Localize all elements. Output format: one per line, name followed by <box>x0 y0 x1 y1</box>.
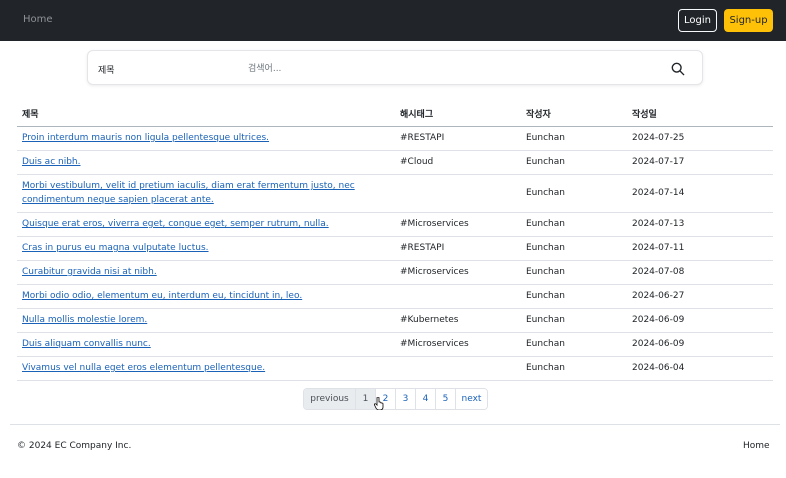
title-cell: Morbi odio odio, elementum eu, interdum … <box>17 284 395 309</box>
table-row: Duis aliquam convallis nunc. #Microservi… <box>17 332 773 357</box>
hashtag-cell <box>395 356 521 381</box>
author-cell: Eunchan <box>521 284 627 309</box>
pagination-page-5[interactable]: 5 <box>435 389 455 409</box>
column-header-date[interactable]: 작성일 <box>627 102 773 127</box>
hashtag-cell: #RESTAPI <box>395 236 521 261</box>
article-title-link[interactable]: Morbi vestibulum, velit id pretium iacul… <box>22 181 355 205</box>
title-cell: Cras in purus eu magna vulputate luctus. <box>17 236 395 261</box>
title-cell: Proin interdum mauris non ligula pellent… <box>17 126 395 151</box>
table-row: Nulla mollis molestie lorem. #Kubernetes… <box>17 308 773 333</box>
hashtag-cell: #RESTAPI <box>395 126 521 151</box>
pagination-next[interactable]: next <box>455 389 487 409</box>
author-cell: Eunchan <box>521 356 627 381</box>
hashtag-cell: #Microservices <box>395 260 521 285</box>
footer-copyright: © 2024 EC Company Inc. <box>17 441 132 451</box>
column-header-hashtag[interactable]: 해시태그 <box>395 102 521 127</box>
title-cell: Curabitur gravida nisi at nibh. <box>17 260 395 285</box>
search-button[interactable] <box>668 59 688 79</box>
title-cell: Duis aliquam convallis nunc. <box>17 332 395 357</box>
table-row: Curabitur gravida nisi at nibh. #Microse… <box>17 260 773 285</box>
table-row: Proin interdum mauris non ligula pellent… <box>17 126 773 151</box>
date-cell: 2024-07-14 <box>627 174 773 213</box>
pagination: previous 1 2 3 4 5 next <box>303 388 488 410</box>
author-cell: Eunchan <box>521 126 627 151</box>
hashtag-cell <box>395 174 521 213</box>
article-table: 제목 해시태그 작성자 작성일 Proin interdum mauris no… <box>17 102 773 381</box>
footer-divider <box>10 424 780 425</box>
article-title-link[interactable]: Vivamus vel nulla eget eros elementum pe… <box>22 363 265 373</box>
author-cell: Eunchan <box>521 260 627 285</box>
table-row: Morbi vestibulum, velit id pretium iacul… <box>17 174 773 213</box>
title-cell: Duis ac nibh. <box>17 150 395 175</box>
date-cell: 2024-07-17 <box>627 150 773 175</box>
author-cell: Eunchan <box>521 308 627 333</box>
login-button[interactable]: Login <box>678 9 717 32</box>
table-row: Morbi odio odio, elementum eu, interdum … <box>17 284 773 309</box>
date-cell: 2024-06-09 <box>627 332 773 357</box>
date-cell: 2024-06-27 <box>627 284 773 309</box>
column-header-author[interactable]: 작성자 <box>521 102 627 127</box>
title-cell: Quisque erat eros, viverra eget, congue … <box>17 212 395 237</box>
date-cell: 2024-07-13 <box>627 212 773 237</box>
pagination-page-3[interactable]: 3 <box>395 389 415 409</box>
table-header-row: 제목 해시태그 작성자 작성일 <box>17 102 773 127</box>
date-cell: 2024-07-11 <box>627 236 773 261</box>
title-cell: Vivamus vel nulla eget eros elementum pe… <box>17 356 395 381</box>
author-cell: Eunchan <box>521 236 627 261</box>
search-form: 제목 <box>87 50 703 85</box>
signup-button[interactable]: Sign-up <box>724 9 773 32</box>
table-row: Quisque erat eros, viverra eget, congue … <box>17 212 773 237</box>
date-cell: 2024-07-08 <box>627 260 773 285</box>
date-cell: 2024-07-25 <box>627 126 773 151</box>
table-row: Duis ac nibh. #Cloud Eunchan 2024-07-17 <box>17 150 773 175</box>
title-cell: Nulla mollis molestie lorem. <box>17 308 395 333</box>
date-cell: 2024-06-04 <box>627 356 773 381</box>
table-row: Vivamus vel nulla eget eros elementum pe… <box>17 356 773 381</box>
pagination-previous[interactable]: previous <box>304 389 355 409</box>
nav-home-link[interactable]: Home <box>23 14 53 25</box>
article-title-link[interactable]: Curabitur gravida nisi at nibh. <box>22 267 157 277</box>
pagination-page-4[interactable]: 4 <box>415 389 435 409</box>
article-title-link[interactable]: Nulla mollis molestie lorem. <box>22 315 147 325</box>
title-cell: Morbi vestibulum, velit id pretium iacul… <box>17 174 395 213</box>
search-input[interactable] <box>248 59 648 78</box>
hashtag-cell: #Microservices <box>395 332 521 357</box>
pagination-page-1[interactable]: 1 <box>355 389 375 409</box>
search-type-select[interactable]: 제목 <box>98 63 115 76</box>
article-title-link[interactable]: Quisque erat eros, viverra eget, congue … <box>22 219 329 229</box>
search-icon <box>671 62 685 76</box>
column-header-title[interactable]: 제목 <box>17 102 395 127</box>
author-cell: Eunchan <box>521 150 627 175</box>
article-title-link[interactable]: Morbi odio odio, elementum eu, interdum … <box>22 291 302 301</box>
article-title-link[interactable]: Duis aliquam convallis nunc. <box>22 339 151 349</box>
table-row: Cras in purus eu magna vulputate luctus.… <box>17 236 773 261</box>
hashtag-cell: #Cloud <box>395 150 521 175</box>
hand-cursor-icon <box>374 397 384 410</box>
hashtag-cell: #Microservices <box>395 212 521 237</box>
top-navbar: Home Login Sign-up <box>0 0 786 41</box>
article-title-link[interactable]: Proin interdum mauris non ligula pellent… <box>22 133 269 143</box>
hashtag-cell: #Kubernetes <box>395 308 521 333</box>
author-cell: Eunchan <box>521 212 627 237</box>
author-cell: Eunchan <box>521 174 627 213</box>
hashtag-cell <box>395 284 521 309</box>
article-title-link[interactable]: Cras in purus eu magna vulputate luctus. <box>22 243 209 253</box>
date-cell: 2024-06-09 <box>627 308 773 333</box>
article-title-link[interactable]: Duis ac nibh. <box>22 157 81 167</box>
footer-home-link[interactable]: Home <box>743 441 770 451</box>
author-cell: Eunchan <box>521 332 627 357</box>
